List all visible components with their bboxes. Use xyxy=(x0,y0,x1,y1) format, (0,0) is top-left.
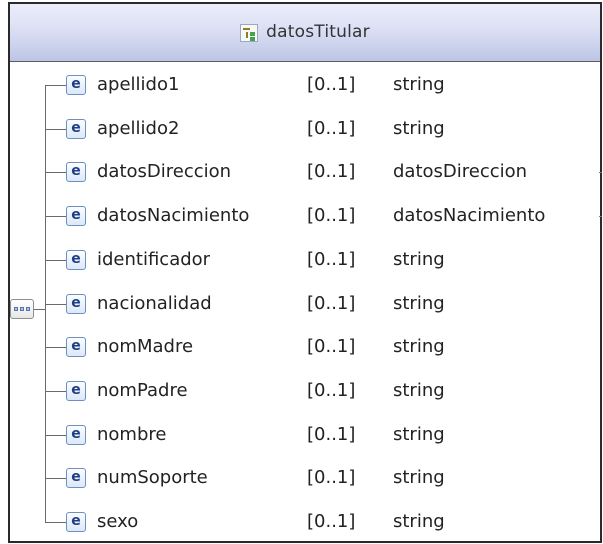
element-type: string xyxy=(393,511,445,532)
type-link-tick xyxy=(599,172,602,174)
element-row[interactable]: e apellido2 [0..1] string xyxy=(10,109,603,149)
element-cardinality: [0..1] xyxy=(307,379,356,401)
element-row[interactable]: e datosDireccion [0..1] datosDireccion xyxy=(10,152,603,192)
element-icon: e xyxy=(66,337,86,358)
element-icon-glyph: e xyxy=(71,513,81,529)
element-row[interactable]: e apellido1 [0..1] string xyxy=(10,65,603,105)
row-connector-line xyxy=(45,172,66,174)
element-icon: e xyxy=(66,424,86,445)
element-name: datosNacimiento xyxy=(97,205,250,227)
header-content: datosTitular xyxy=(240,22,370,42)
element-row[interactable]: e identificador [0..1] string xyxy=(10,240,603,280)
icon-bar-mid xyxy=(246,31,249,38)
element-icon: e xyxy=(66,118,86,139)
row-connector-line xyxy=(45,85,66,86)
panel-header[interactable]: datosTitular xyxy=(10,4,600,62)
element-type: string xyxy=(393,248,445,270)
element-icon: e xyxy=(66,512,86,532)
element-row[interactable]: e nomPadre [0..1] string xyxy=(10,371,603,411)
icon-square-bottom xyxy=(250,36,256,41)
element-icon: e xyxy=(66,206,86,227)
row-connector-line xyxy=(45,478,66,480)
element-cardinality: [0..1] xyxy=(307,161,356,183)
type-link-tick xyxy=(599,216,602,218)
element-row[interactable]: e nomMadre [0..1] string xyxy=(10,327,603,367)
element-icon: e xyxy=(66,468,86,489)
element-type: string xyxy=(393,336,445,358)
element-row[interactable]: e nacionalidad [0..1] string xyxy=(10,284,603,324)
element-type: string xyxy=(393,117,445,139)
element-icon: e xyxy=(66,162,86,183)
element-icon-glyph: e xyxy=(71,294,81,311)
element-name: apellido2 xyxy=(97,117,180,139)
element-type: string xyxy=(393,292,445,314)
complex-type-icon xyxy=(240,23,259,42)
element-name: nombre xyxy=(97,423,167,445)
element-name: sexo xyxy=(97,511,139,532)
element-name: datosDireccion xyxy=(97,161,232,183)
element-icon-glyph: e xyxy=(71,250,81,267)
element-cardinality: [0..1] xyxy=(307,248,356,270)
row-connector-line xyxy=(45,303,66,305)
element-name: identificador xyxy=(97,248,211,270)
icon-square-top xyxy=(250,31,256,36)
element-type: datosNacimiento xyxy=(393,205,546,227)
element-icon: e xyxy=(66,293,86,314)
element-cardinality: [0..1] xyxy=(307,205,356,227)
element-row[interactable]: e datosNacimiento [0..1] datosNacimiento xyxy=(10,196,603,236)
element-name: nomMadre xyxy=(97,336,194,358)
element-row[interactable]: e numSoporte [0..1] string xyxy=(10,458,603,498)
element-name: nacionalidad xyxy=(97,292,212,314)
element-type: string xyxy=(393,74,445,95)
element-cardinality: [0..1] xyxy=(307,74,356,95)
row-connector-line xyxy=(45,128,66,130)
element-icon-glyph: e xyxy=(71,163,81,180)
element-icon-glyph: e xyxy=(71,425,81,442)
row-connector-line xyxy=(45,522,66,523)
element-icon: e xyxy=(66,380,86,401)
row-connector-line xyxy=(45,347,66,349)
element-icon-glyph: e xyxy=(71,381,81,398)
schema-view: datosTitular e apellido1 [0..1] string e apel… xyxy=(0,0,603,544)
panel-title: datosTitular xyxy=(266,22,370,42)
element-cardinality: [0..1] xyxy=(307,423,356,445)
element-name: apellido1 xyxy=(97,74,180,95)
element-name: nomPadre xyxy=(97,379,188,401)
element-type: datosDireccion xyxy=(393,161,528,183)
element-cardinality: [0..1] xyxy=(307,292,356,314)
element-cardinality: [0..1] xyxy=(307,117,356,139)
row-connector-line xyxy=(45,216,66,218)
element-name: numSoporte xyxy=(97,467,208,489)
element-cardinality: [0..1] xyxy=(307,467,356,489)
element-cardinality: [0..1] xyxy=(307,336,356,358)
icon-bar-top xyxy=(243,27,251,30)
element-icon: e xyxy=(66,249,86,270)
element-icon-glyph: e xyxy=(71,469,81,486)
element-icon: e xyxy=(66,75,86,95)
element-icon-glyph: e xyxy=(71,207,81,224)
row-connector-line xyxy=(45,390,66,392)
element-type: string xyxy=(393,379,445,401)
row-connector-line xyxy=(45,259,66,261)
element-icon-glyph: e xyxy=(71,76,81,92)
element-icon-glyph: e xyxy=(71,119,81,136)
element-tree: e apellido1 [0..1] string e apellido2 [0..1] st… xyxy=(10,62,603,543)
complex-type-panel: datosTitular e apellido1 [0..1] string e apel… xyxy=(8,2,602,543)
element-row[interactable]: e nombre [0..1] string xyxy=(10,415,603,455)
element-row[interactable]: e sexo [0..1] string xyxy=(10,502,603,542)
element-type: string xyxy=(393,467,445,489)
row-connector-line xyxy=(45,434,66,436)
element-cardinality: [0..1] xyxy=(307,511,356,532)
element-icon-glyph: e xyxy=(71,338,81,355)
element-type: string xyxy=(393,423,445,445)
